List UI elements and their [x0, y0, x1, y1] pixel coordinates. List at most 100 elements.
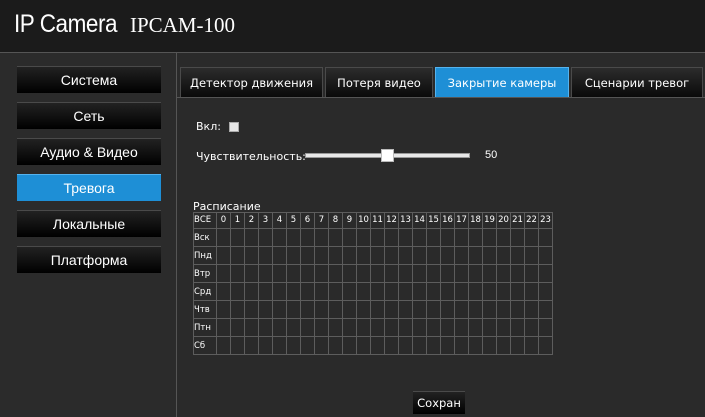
sensitivity-slider[interactable]: [305, 149, 470, 162]
schedule-day-header[interactable]: Чтв: [193, 301, 217, 319]
schedule-cell[interactable]: [245, 265, 259, 283]
schedule-cell[interactable]: [399, 247, 413, 265]
schedule-cell[interactable]: [455, 319, 469, 337]
schedule-cell[interactable]: [399, 319, 413, 337]
schedule-hour-header[interactable]: 1: [231, 212, 245, 229]
schedule-cell[interactable]: [427, 229, 441, 247]
enable-checkbox[interactable]: [229, 122, 239, 132]
schedule-hour-header[interactable]: 17: [455, 212, 469, 229]
schedule-day-header[interactable]: Срд: [193, 283, 217, 301]
schedule-hour-header[interactable]: 15: [427, 212, 441, 229]
schedule-hour-header[interactable]: 22: [525, 212, 539, 229]
schedule-cell[interactable]: [427, 319, 441, 337]
schedule-hour-header[interactable]: 13: [399, 212, 413, 229]
schedule-cell[interactable]: [217, 265, 231, 283]
sidebar-item-network[interactable]: Сеть: [17, 102, 161, 129]
schedule-cell[interactable]: [245, 301, 259, 319]
schedule-cell[interactable]: [455, 265, 469, 283]
schedule-cell[interactable]: [539, 337, 553, 355]
schedule-cell[interactable]: [399, 265, 413, 283]
schedule-cell[interactable]: [245, 337, 259, 355]
schedule-hour-header[interactable]: 9: [343, 212, 357, 229]
schedule-cell[interactable]: [399, 337, 413, 355]
schedule-cell[interactable]: [231, 229, 245, 247]
schedule-cell[interactable]: [455, 229, 469, 247]
schedule-cell[interactable]: [371, 265, 385, 283]
schedule-cell[interactable]: [483, 265, 497, 283]
schedule-cell[interactable]: [217, 247, 231, 265]
schedule-cell[interactable]: [259, 247, 273, 265]
schedule-cell[interactable]: [329, 229, 343, 247]
schedule-cell[interactable]: [497, 247, 511, 265]
schedule-cell[interactable]: [259, 337, 273, 355]
schedule-cell[interactable]: [441, 301, 455, 319]
schedule-cell[interactable]: [371, 283, 385, 301]
schedule-hour-header[interactable]: 19: [483, 212, 497, 229]
schedule-cell[interactable]: [301, 247, 315, 265]
schedule-day-header[interactable]: Вск: [193, 229, 217, 247]
schedule-cell[interactable]: [413, 301, 427, 319]
tab-alarm-scenarios[interactable]: Сценарии тревог: [571, 67, 703, 97]
schedule-cell[interactable]: [539, 265, 553, 283]
schedule-cell[interactable]: [329, 301, 343, 319]
schedule-cell[interactable]: [287, 301, 301, 319]
schedule-cell[interactable]: [497, 319, 511, 337]
schedule-cell[interactable]: [385, 319, 399, 337]
schedule-cell[interactable]: [217, 301, 231, 319]
schedule-hour-header[interactable]: 12: [385, 212, 399, 229]
schedule-cell[interactable]: [413, 283, 427, 301]
schedule-cell[interactable]: [427, 247, 441, 265]
schedule-day-header[interactable]: Пнд: [193, 247, 217, 265]
schedule-cell[interactable]: [413, 337, 427, 355]
schedule-cell[interactable]: [539, 283, 553, 301]
schedule-cell[interactable]: [245, 229, 259, 247]
schedule-cell[interactable]: [469, 247, 483, 265]
schedule-cell[interactable]: [427, 301, 441, 319]
schedule-cell[interactable]: [497, 283, 511, 301]
schedule-cell[interactable]: [259, 229, 273, 247]
schedule-cell[interactable]: [245, 283, 259, 301]
schedule-cell[interactable]: [525, 283, 539, 301]
tab-camera-tamper[interactable]: Закрытие камеры: [435, 67, 569, 97]
schedule-cell[interactable]: [273, 229, 287, 247]
schedule-cell[interactable]: [287, 229, 301, 247]
schedule-cell[interactable]: [539, 319, 553, 337]
schedule-cell[interactable]: [357, 301, 371, 319]
schedule-cell[interactable]: [301, 229, 315, 247]
schedule-cell[interactable]: [329, 265, 343, 283]
schedule-cell[interactable]: [273, 301, 287, 319]
schedule-hour-header[interactable]: 2: [245, 212, 259, 229]
schedule-hour-header[interactable]: 21: [511, 212, 525, 229]
schedule-cell[interactable]: [231, 301, 245, 319]
schedule-cell[interactable]: [385, 283, 399, 301]
schedule-all-toggle[interactable]: ВСЕ: [193, 212, 217, 229]
schedule-cell[interactable]: [497, 265, 511, 283]
schedule-hour-header[interactable]: 14: [413, 212, 427, 229]
schedule-cell[interactable]: [287, 337, 301, 355]
schedule-cell[interactable]: [455, 283, 469, 301]
schedule-cell[interactable]: [483, 247, 497, 265]
schedule-cell[interactable]: [357, 229, 371, 247]
schedule-hour-header[interactable]: 8: [329, 212, 343, 229]
sidebar-item-local[interactable]: Локальные: [17, 210, 161, 237]
tab-motion-detector[interactable]: Детектор движения: [180, 67, 323, 97]
schedule-cell[interactable]: [483, 337, 497, 355]
schedule-cell[interactable]: [357, 265, 371, 283]
schedule-cell[interactable]: [343, 337, 357, 355]
schedule-cell[interactable]: [315, 247, 329, 265]
sensitivity-slider-handle[interactable]: [381, 149, 394, 162]
schedule-cell[interactable]: [441, 247, 455, 265]
schedule-cell[interactable]: [399, 229, 413, 247]
schedule-cell[interactable]: [301, 265, 315, 283]
schedule-cell[interactable]: [301, 283, 315, 301]
schedule-cell[interactable]: [497, 337, 511, 355]
schedule-day-header[interactable]: Сб: [193, 337, 217, 355]
schedule-cell[interactable]: [483, 319, 497, 337]
schedule-cell[interactable]: [441, 229, 455, 247]
schedule-cell[interactable]: [315, 229, 329, 247]
schedule-cell[interactable]: [259, 319, 273, 337]
schedule-cell[interactable]: [469, 229, 483, 247]
schedule-cell[interactable]: [371, 319, 385, 337]
schedule-cell[interactable]: [385, 265, 399, 283]
schedule-cell[interactable]: [497, 301, 511, 319]
